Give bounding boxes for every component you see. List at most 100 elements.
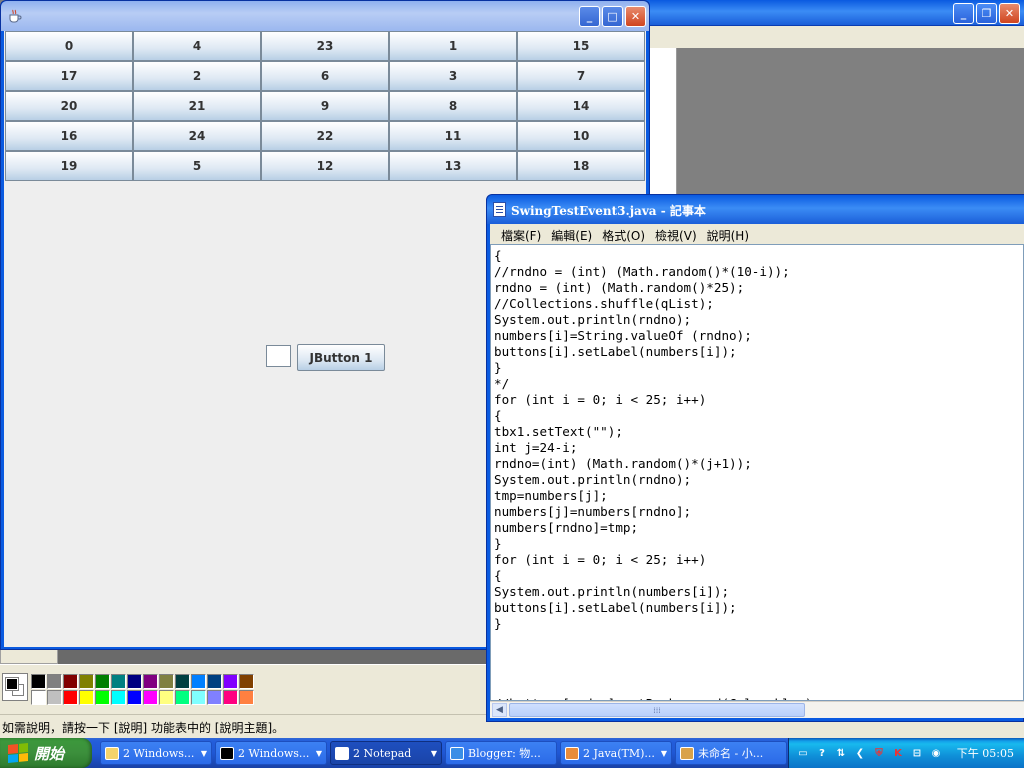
taskbar-button[interactable]: 2 Windows... ▼ [100, 741, 212, 765]
notepad-horizontal-scrollbar[interactable]: ◀ ⁞⁞⁞ [490, 701, 1024, 718]
color-swatch[interactable] [111, 690, 126, 705]
color-swatch[interactable] [63, 690, 78, 705]
notepad-menu-item[interactable]: 編輯(E) [546, 224, 597, 244]
language-icon[interactable]: ⇅ [833, 745, 849, 761]
grid-button[interactable]: 2 [133, 61, 261, 91]
java-coffee-icon [9, 9, 22, 23]
color-swatch[interactable] [223, 674, 238, 689]
color-swatch[interactable] [223, 690, 238, 705]
grid-button[interactable]: 16 [5, 121, 133, 151]
grid-button[interactable]: 20 [5, 91, 133, 121]
grid-button[interactable]: 5 [133, 151, 261, 181]
color-swatch[interactable] [143, 674, 158, 689]
antivirus-icon[interactable]: K [890, 745, 906, 761]
color-swatch[interactable] [191, 690, 206, 705]
java-minimize-button[interactable]: _ [579, 6, 600, 27]
color-swatch[interactable] [175, 690, 190, 705]
notepad-titlebar[interactable]: SwingTestEvent3.java - 記事本 [487, 195, 1024, 224]
grid-button[interactable]: 12 [261, 151, 389, 181]
scroll-left-icon[interactable]: ◀ [492, 703, 507, 717]
color-swatch[interactable] [47, 674, 62, 689]
paint-restore-button[interactable]: ❐ [976, 3, 997, 24]
java-titlebar[interactable]: _ □ ✕ [1, 1, 649, 31]
grid-button[interactable]: 9 [261, 91, 389, 121]
color-swatch[interactable] [207, 674, 222, 689]
taskbar-button[interactable]: 2 Windows... ▼ [215, 741, 327, 765]
paint-minimize-button[interactable]: _ [953, 3, 974, 24]
java-close-button[interactable]: ✕ [625, 6, 646, 27]
notepad-menu-item[interactable]: 檔案(F) [496, 224, 546, 244]
grid-button[interactable]: 23 [261, 31, 389, 61]
java-maximize-button[interactable]: □ [602, 6, 623, 27]
system-tray: ▭ ? ⇅ ❮ ⛨ K ⊟ ◉ 下午 05:05 [788, 738, 1024, 768]
grid-button[interactable]: 14 [517, 91, 645, 121]
grid-button[interactable]: 22 [261, 121, 389, 151]
grid-button[interactable]: 17 [5, 61, 133, 91]
color-swatch[interactable] [63, 674, 78, 689]
color-swatch[interactable] [127, 674, 142, 689]
color-swatch[interactable] [31, 674, 46, 689]
taskbar-button[interactable]: 2 Java(TM)... ▼ [560, 741, 672, 765]
grid-button[interactable]: 10 [517, 121, 645, 151]
notepad-menu-item[interactable]: 檢視(V) [650, 224, 702, 244]
grid-button[interactable]: 13 [389, 151, 517, 181]
color-swatch[interactable] [159, 674, 174, 689]
code-line: tbx1.setText(""); [494, 424, 623, 439]
color-swatch[interactable] [207, 690, 222, 705]
color-swatch[interactable] [111, 674, 126, 689]
color-swatch[interactable] [95, 674, 110, 689]
scrollbar-thumb[interactable] [0, 648, 58, 664]
help-icon[interactable]: ? [814, 745, 830, 761]
grid-button[interactable]: 1 [389, 31, 517, 61]
color-swatch[interactable] [175, 674, 190, 689]
notepad-menu-item[interactable]: 說明(H) [702, 224, 754, 244]
grid-button[interactable]: 11 [389, 121, 517, 151]
color-swatch[interactable] [47, 690, 62, 705]
start-button[interactable]: 開始 [0, 738, 92, 768]
taskbar-button[interactable]: Blogger: 物... [445, 741, 557, 765]
color-swatch[interactable] [95, 690, 110, 705]
jbutton-1[interactable]: JButton 1 [297, 344, 385, 371]
grid-button[interactable]: 8 [389, 91, 517, 121]
color-swatch[interactable] [159, 690, 174, 705]
grid-button[interactable]: 21 [133, 91, 261, 121]
paint-close-button[interactable]: ✕ [999, 3, 1020, 24]
chevron-left-icon[interactable]: ❮ [852, 745, 868, 761]
taskbar-button[interactable]: 2 Notepad ▼ [330, 741, 442, 765]
color-swatch[interactable] [239, 690, 254, 705]
grid-button[interactable]: 4 [133, 31, 261, 61]
grid-button[interactable]: 15 [517, 31, 645, 61]
grid-button[interactable]: 18 [517, 151, 645, 181]
notepad-menu-item[interactable]: 格式(O) [597, 224, 650, 244]
scrollbar-thumb[interactable]: ⁞⁞⁞ [509, 703, 805, 717]
color-swatch[interactable] [79, 674, 94, 689]
taskbar-button[interactable]: 未命名 - 小... [675, 741, 787, 765]
text-field-tbx1[interactable] [266, 345, 291, 367]
taskbar-button-label: 未命名 - 小... [698, 747, 764, 760]
grid-button[interactable]: 0 [5, 31, 133, 61]
paint-canvas[interactable] [650, 48, 677, 200]
grid-button[interactable]: 24 [133, 121, 261, 151]
paint-titlebar: _ ❐ ✕ [640, 0, 1024, 26]
monitor-icon[interactable]: ◉ [928, 745, 944, 761]
color-swatch[interactable] [143, 690, 158, 705]
keyboard-icon[interactable]: ▭ [795, 745, 811, 761]
grid-button[interactable]: 6 [261, 61, 389, 91]
grid-button[interactable]: 3 [389, 61, 517, 91]
color-swatch[interactable] [31, 690, 46, 705]
foreground-color [5, 677, 19, 691]
taskbar-button-label: 2 Windows... [123, 746, 195, 760]
shield-icon[interactable]: ⛨ [871, 745, 887, 761]
grid-button[interactable]: 19 [5, 151, 133, 181]
code-line: numbers[rndno]=tmp; [494, 520, 639, 535]
color-swatch[interactable] [191, 674, 206, 689]
color-swatch[interactable] [239, 674, 254, 689]
grid-button[interactable]: 7 [517, 61, 645, 91]
code-line: { [494, 408, 502, 423]
color-swatch[interactable] [127, 690, 142, 705]
network-icon[interactable]: ⊟ [909, 745, 925, 761]
color-swatch[interactable] [79, 690, 94, 705]
notepad-text-area[interactable]: {//rndno = (int) (Math.random()*(10-i));… [490, 244, 1024, 701]
